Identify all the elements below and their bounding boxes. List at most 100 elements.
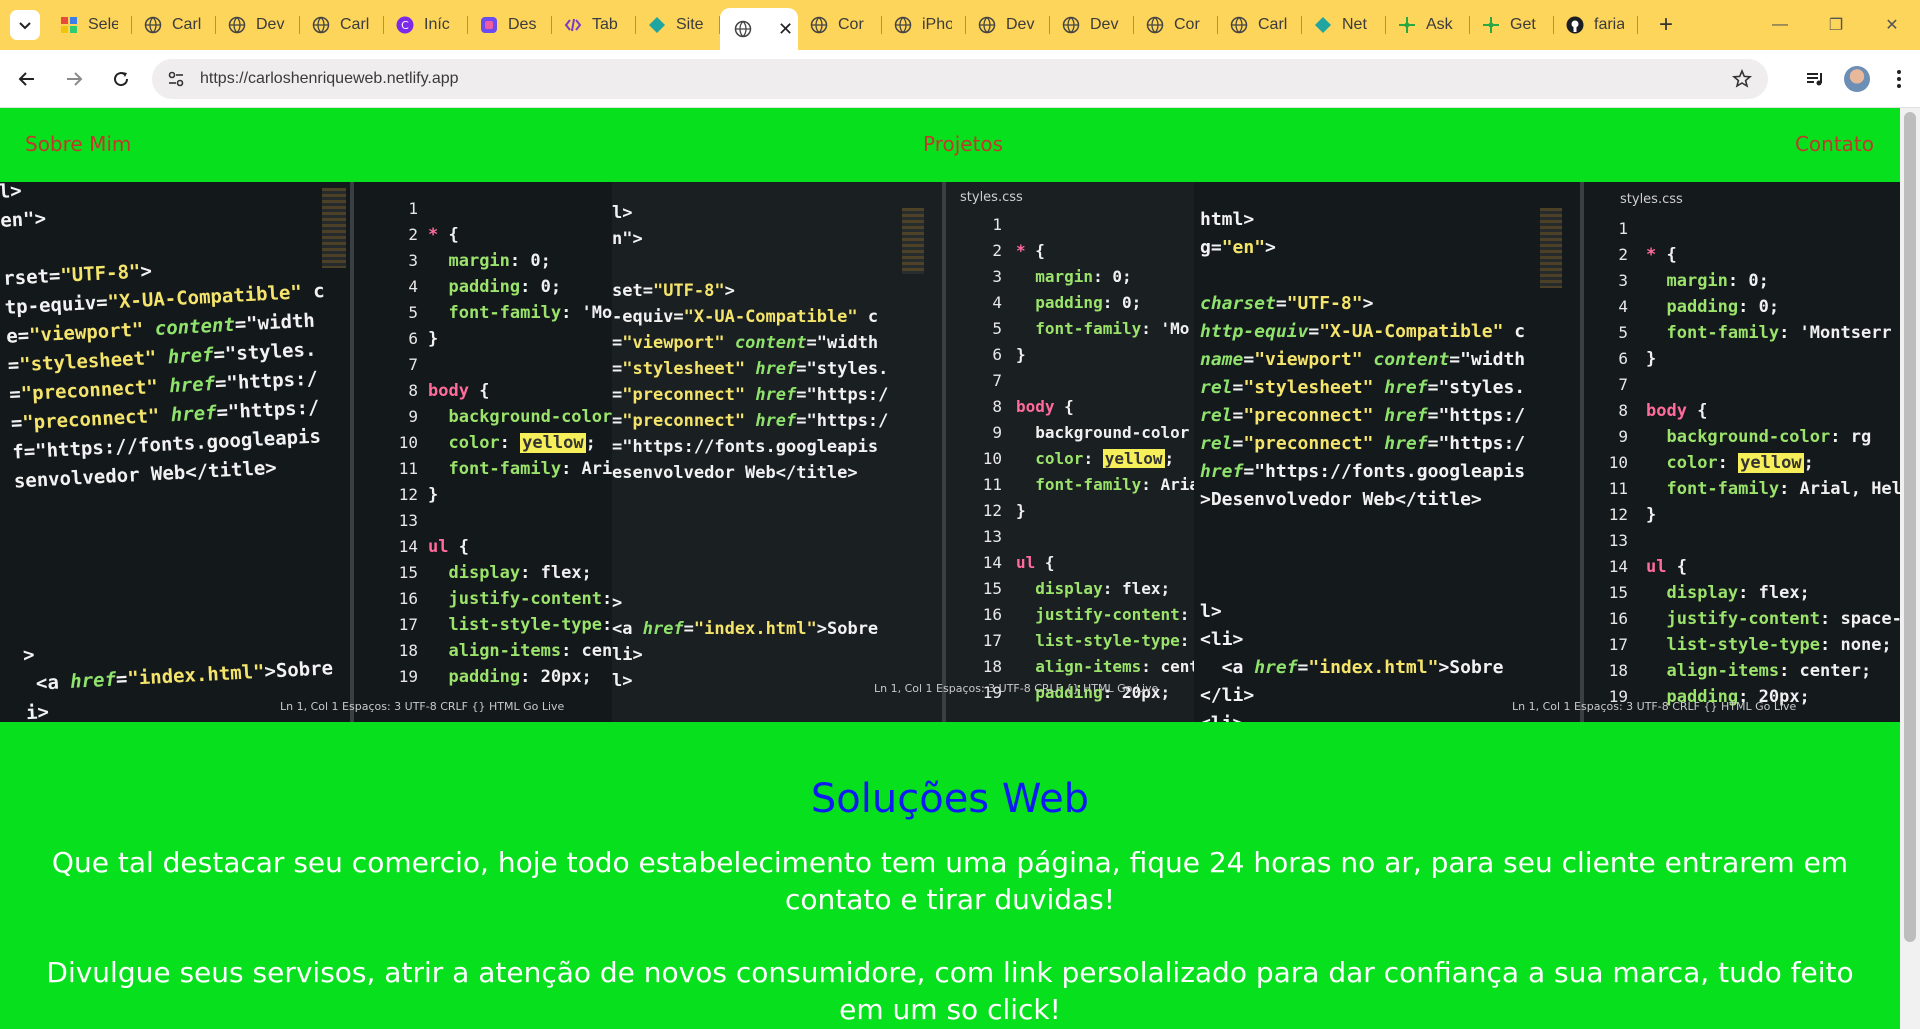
browser-tab[interactable]: Des: [468, 0, 552, 50]
minimize-button[interactable]: —: [1752, 0, 1808, 50]
editor-status-bar: Ln 1, Col 1 Espaços: 3 UTF-8 CRLF {} HTM…: [280, 700, 565, 713]
browser-tab[interactable]: Dev: [966, 0, 1050, 50]
nav-link-contato[interactable]: Contato: [1795, 132, 1874, 156]
reload-button[interactable]: [101, 59, 141, 99]
globe-icon: [144, 16, 162, 34]
browser-tab[interactable]: Sele: [48, 0, 132, 50]
restore-button[interactable]: ❐: [1808, 0, 1864, 50]
css-code-snippet: * { margin: 0; padding: 0; font-family: …: [1016, 241, 1194, 702]
globe-icon: [734, 20, 752, 38]
browser-tab[interactable]: Dev: [216, 0, 300, 50]
browser-tab[interactable]: iPho: [882, 0, 966, 50]
browser-tab[interactable]: Get: [1470, 0, 1554, 50]
line-numbers: 1 2 3 4 5 6 7 8 9 10 11 12 13 14 15 16 1…: [398, 199, 418, 686]
browser-tab-strip: Sele Carl Dev Carl C Iníc Des Tab Site ✕ Cor iPho De…: [0, 0, 1920, 50]
web-page: Sobre Mim Projetos Contato l> en"> rset=…: [0, 108, 1900, 1029]
url-text: https://carloshenriqueweb.netlify.app: [200, 70, 459, 87]
multicolor-app-icon: [60, 16, 78, 34]
window-controls: — ❐ ✕: [1752, 0, 1920, 50]
browser-tab[interactable]: Net: [1302, 0, 1386, 50]
tab-list: Sele Carl Dev Carl C Iníc Des Tab Site ✕ Cor iPho De…: [48, 0, 1638, 50]
close-window-button[interactable]: ✕: [1864, 0, 1920, 50]
hero-photo-panel-1: l> en"> rset="UTF-8"> tp-equiv="X-UA-Com…: [0, 182, 612, 722]
tab-title: Get: [1510, 16, 1536, 33]
browser-tab[interactable]: faria: [1554, 0, 1638, 50]
tab-title: Cor: [1174, 16, 1200, 33]
tab-title: Carl: [172, 16, 202, 33]
browser-tab[interactable]: Cor: [1134, 0, 1218, 50]
forward-button[interactable]: [54, 59, 94, 99]
site-nav: Sobre Mim Projetos Contato: [0, 108, 1900, 182]
close-tab-icon[interactable]: ✕: [778, 19, 793, 40]
browser-tab[interactable]: Site: [636, 0, 720, 50]
back-button[interactable]: [7, 59, 47, 99]
editor-divider: [350, 182, 354, 722]
canva-icon: C: [396, 16, 414, 34]
globe-icon: [1062, 16, 1080, 34]
nav-link-sobre-mim[interactable]: Sobre Mim: [25, 132, 131, 156]
code-icon: [564, 16, 582, 34]
tab-title: Cor: [838, 16, 864, 33]
browser-tab[interactable]: Tab: [552, 0, 636, 50]
tab-title: Ask: [1426, 16, 1453, 33]
tab-title: Dev: [1006, 16, 1035, 33]
tab-title: Dev: [256, 16, 285, 33]
media-controls-button[interactable]: [1794, 58, 1836, 100]
tab-title: Net: [1342, 16, 1367, 33]
css-code-snippet: * { margin: 0; padding: 0; font-family: …: [1646, 245, 1900, 707]
address-bar[interactable]: https://carloshenriqueweb.netlify.app: [152, 59, 1768, 99]
editor-minimap: [1540, 208, 1562, 288]
tab-title: Tab: [592, 16, 618, 33]
scrollbar-thumb[interactable]: [1904, 112, 1916, 942]
globe-icon: [978, 16, 996, 34]
tab-title: iPho: [922, 16, 952, 33]
css-code-snippet: * { margin: 0; padding: 0; font-family: …: [428, 225, 612, 687]
bookmark-star-icon[interactable]: [1731, 68, 1753, 94]
menu-button[interactable]: [1878, 58, 1920, 100]
tab-title: Iníc: [424, 16, 450, 33]
netlify-icon: [1314, 16, 1332, 34]
tab-search-button[interactable]: [10, 10, 40, 40]
tab-title: faria: [1594, 16, 1624, 33]
main-content: Soluções Web Que tal destacar seu comerc…: [0, 722, 1900, 1028]
browser-tab[interactable]: Carl: [132, 0, 216, 50]
playlist-icon: [1807, 73, 1822, 86]
tab-title: Carl: [1258, 16, 1288, 33]
editor-status-bar: Ln 1, Col 1 Espaços: 3 UTF-8 CRLF {} HTM…: [874, 682, 1159, 695]
browser-tab[interactable]: Dev: [1050, 0, 1134, 50]
purple-app-icon: [480, 16, 498, 34]
more-vertical-icon: [1897, 70, 1901, 88]
html-code-snippet: html> g="en"> charset="UTF-8"> http-equi…: [1200, 209, 1526, 722]
hero-image: l> en"> rset="UTF-8"> tp-equiv="X-UA-Com…: [0, 182, 1900, 722]
site-info-button[interactable]: [156, 59, 196, 99]
reload-icon: [114, 71, 129, 86]
globe-icon: [810, 16, 828, 34]
globe-icon: [1146, 16, 1164, 34]
new-tab-button[interactable]: +: [1648, 7, 1684, 43]
tab-title: Des: [508, 16, 537, 33]
editor-divider: [942, 182, 946, 722]
browser-tab[interactable]: Ask: [1386, 0, 1470, 50]
avatar: [1844, 66, 1870, 92]
browser-tab[interactable]: C Iníc: [384, 0, 468, 50]
browser-tab[interactable]: Carl: [1218, 0, 1302, 50]
browser-toolbar: https://carloshenriqueweb.netlify.app: [0, 50, 1920, 108]
tab-title: Sele: [88, 16, 118, 33]
tab-active[interactable]: ✕: [720, 8, 798, 50]
sparkle-icon: [1398, 16, 1416, 34]
page-scrollbar[interactable]: [1900, 108, 1920, 1029]
tune-icon: [168, 71, 184, 87]
svg-text:C: C: [401, 19, 409, 32]
file-tab-label: styles.css: [1620, 192, 1683, 207]
globe-icon: [894, 16, 912, 34]
browser-tab[interactable]: Cor: [798, 0, 882, 50]
nav-link-projetos[interactable]: Projetos: [923, 132, 1003, 156]
browser-tab[interactable]: Carl: [300, 0, 384, 50]
chevron-down-icon: [19, 22, 31, 30]
editor-status-bar: Ln 1, Col 1 Espaços: 3 UTF-8 CRLF {} HTM…: [1512, 700, 1797, 713]
html-code-snippet: l> n"> set="UTF-8"> -equiv="X-UA-Compati…: [612, 203, 889, 691]
line-numbers: 1 2 3 4 5 6 7 8 9 10 11 12 13 14 15 16 1…: [982, 215, 1002, 702]
profile-button[interactable]: [1836, 58, 1878, 100]
tab-title: Site: [676, 16, 704, 33]
editor-minimap: [902, 208, 924, 274]
